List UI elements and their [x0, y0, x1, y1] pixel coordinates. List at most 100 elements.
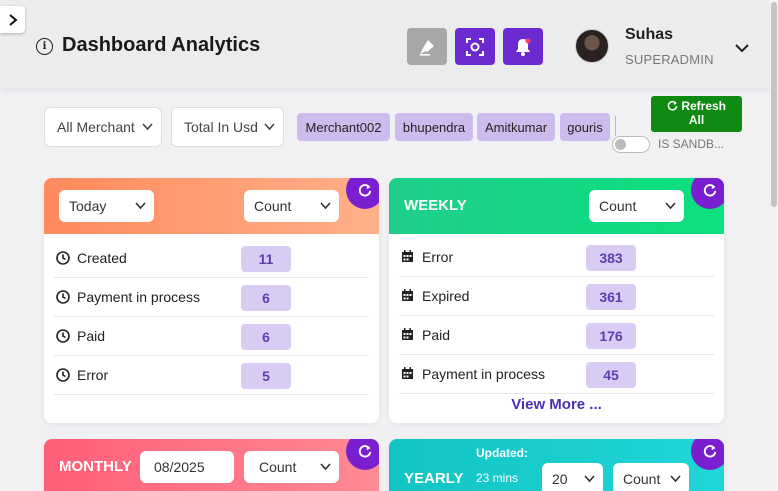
- month-input[interactable]: 08/2025: [140, 451, 234, 483]
- info-icon[interactable]: i: [36, 38, 53, 55]
- page-scrollbar[interactable]: [770, 0, 778, 491]
- refresh-card-button[interactable]: [346, 439, 379, 470]
- status-label: Created: [77, 250, 127, 266]
- clock-icon: [56, 251, 70, 265]
- card-title: WEEKLY: [404, 197, 467, 214]
- status-count: 5: [241, 363, 291, 389]
- chevron-down-icon: [735, 44, 749, 53]
- refresh-card-button[interactable]: [346, 178, 379, 209]
- merchant-select[interactable]: All Merchant: [44, 107, 162, 147]
- metric-select[interactable]: Count: [244, 190, 339, 222]
- metric-select[interactable]: Count: [613, 463, 689, 491]
- list-item: Paid 6: [54, 317, 369, 356]
- status-count: 6: [241, 324, 291, 350]
- scrollbar-thumb[interactable]: [771, 2, 777, 207]
- metric-select-value: Count: [599, 198, 637, 214]
- card-title: MONTHLY: [59, 458, 132, 475]
- refresh-icon: [358, 445, 372, 458]
- status-count: 383: [586, 245, 636, 271]
- merchant-chip[interactable]: bhupendra: [395, 113, 473, 141]
- status-label: Error: [422, 249, 454, 265]
- refresh-card-button[interactable]: [691, 439, 724, 470]
- scan-icon: [466, 37, 484, 56]
- currency-select-value: Total In Usd: [184, 119, 258, 135]
- monthly-card-header: MONTHLY 08/2025 Count: [44, 439, 379, 491]
- list-item: Created 11: [54, 239, 369, 278]
- sidebar-toggle-button[interactable]: [0, 6, 25, 33]
- updated-label: Updated:: [476, 446, 528, 460]
- refresh-icon: [703, 445, 717, 458]
- today-card: Today Count Created 11 Payment in proces…: [44, 178, 379, 423]
- list-item: Expired 361: [399, 277, 714, 316]
- period-select[interactable]: Today: [59, 190, 154, 222]
- sandbox-toggle[interactable]: [612, 136, 650, 153]
- weekly-card: WEEKLY Count Error 383 Expired 361 Paid …: [389, 178, 724, 423]
- refresh-all-label-1: Refresh: [681, 99, 727, 113]
- chevron-down-icon: [320, 463, 331, 471]
- yearly-card: YEARLY Updated: 23 mins 20 Count: [389, 439, 724, 491]
- period-select-value: Today: [69, 198, 107, 214]
- chevron-down-icon: [320, 202, 331, 210]
- list-item: Paid 176: [399, 316, 714, 355]
- status-label: Error: [77, 367, 109, 383]
- metric-select-value: Count: [623, 471, 661, 487]
- status-label: Payment in process: [422, 366, 545, 382]
- merchant-chip[interactable]: Merchant002: [297, 113, 390, 141]
- avatar[interactable]: [575, 29, 609, 63]
- year-select-value: 20: [552, 471, 568, 487]
- clock-icon: [56, 368, 70, 382]
- chip-scroll-divider: [615, 116, 616, 136]
- chevron-down-icon: [135, 202, 146, 210]
- view-more-link[interactable]: View More ...: [389, 396, 724, 413]
- brush-icon: [420, 39, 434, 56]
- monthly-card: MONTHLY 08/2025 Count: [44, 439, 379, 491]
- calendar-icon: [402, 250, 413, 262]
- chevron-down-icon: [264, 123, 275, 131]
- bell-icon: [516, 38, 531, 56]
- metric-select[interactable]: Count: [589, 190, 684, 222]
- yearly-card-header: YEARLY Updated: 23 mins 20 Count: [389, 439, 724, 491]
- refresh-icon: [667, 100, 678, 111]
- updated-value: 23 mins: [476, 471, 519, 485]
- status-count: 45: [586, 362, 636, 388]
- merchant-chip[interactable]: Amitkumar: [477, 113, 555, 141]
- list-item: Payment in process 45: [399, 355, 714, 394]
- merchant-select-value: All Merchant: [57, 119, 135, 135]
- status-count: 6: [241, 285, 291, 311]
- sandbox-toggle-knob: [615, 139, 626, 150]
- list-item: Payment in process 6: [54, 278, 369, 317]
- calendar-icon: [402, 289, 413, 301]
- clock-icon: [56, 329, 70, 343]
- refresh-all-button[interactable]: Refresh All: [651, 96, 742, 132]
- list-item: Error 383: [399, 238, 714, 277]
- scan-button[interactable]: [455, 28, 495, 65]
- merchant-chip[interactable]: gouris: [560, 113, 610, 141]
- clear-filter-button[interactable]: [407, 28, 447, 65]
- refresh-card-button[interactable]: [691, 178, 724, 209]
- weekly-card-header: WEEKLY Count: [389, 178, 724, 234]
- user-role: SUPERADMIN: [625, 52, 714, 67]
- status-label: Paid: [77, 328, 106, 344]
- chevron-down-icon: [665, 202, 676, 210]
- chevron-right-icon: [8, 13, 18, 26]
- status-count: 176: [586, 323, 636, 349]
- notifications-button[interactable]: [503, 28, 543, 65]
- status-count: 11: [241, 246, 291, 272]
- chevron-down-icon: [142, 123, 153, 131]
- year-select[interactable]: 20: [542, 463, 603, 491]
- metric-select[interactable]: Count: [244, 451, 339, 483]
- refresh-icon: [358, 184, 372, 197]
- sandbox-label: IS SANDB...: [658, 137, 725, 151]
- today-card-header: Today Count: [44, 178, 379, 234]
- month-input-value: 08/2025: [154, 459, 205, 475]
- status-label: Paid: [422, 327, 451, 343]
- currency-select[interactable]: Total In Usd: [171, 107, 284, 147]
- status-label: Expired: [422, 288, 470, 304]
- status-count: 361: [586, 284, 636, 310]
- refresh-all-label-2: All: [688, 113, 705, 127]
- card-title: YEARLY: [404, 470, 464, 487]
- calendar-icon: [402, 328, 413, 340]
- metric-select-value: Count: [254, 198, 292, 214]
- user-menu-chevron[interactable]: [735, 40, 749, 58]
- refresh-icon: [703, 184, 717, 197]
